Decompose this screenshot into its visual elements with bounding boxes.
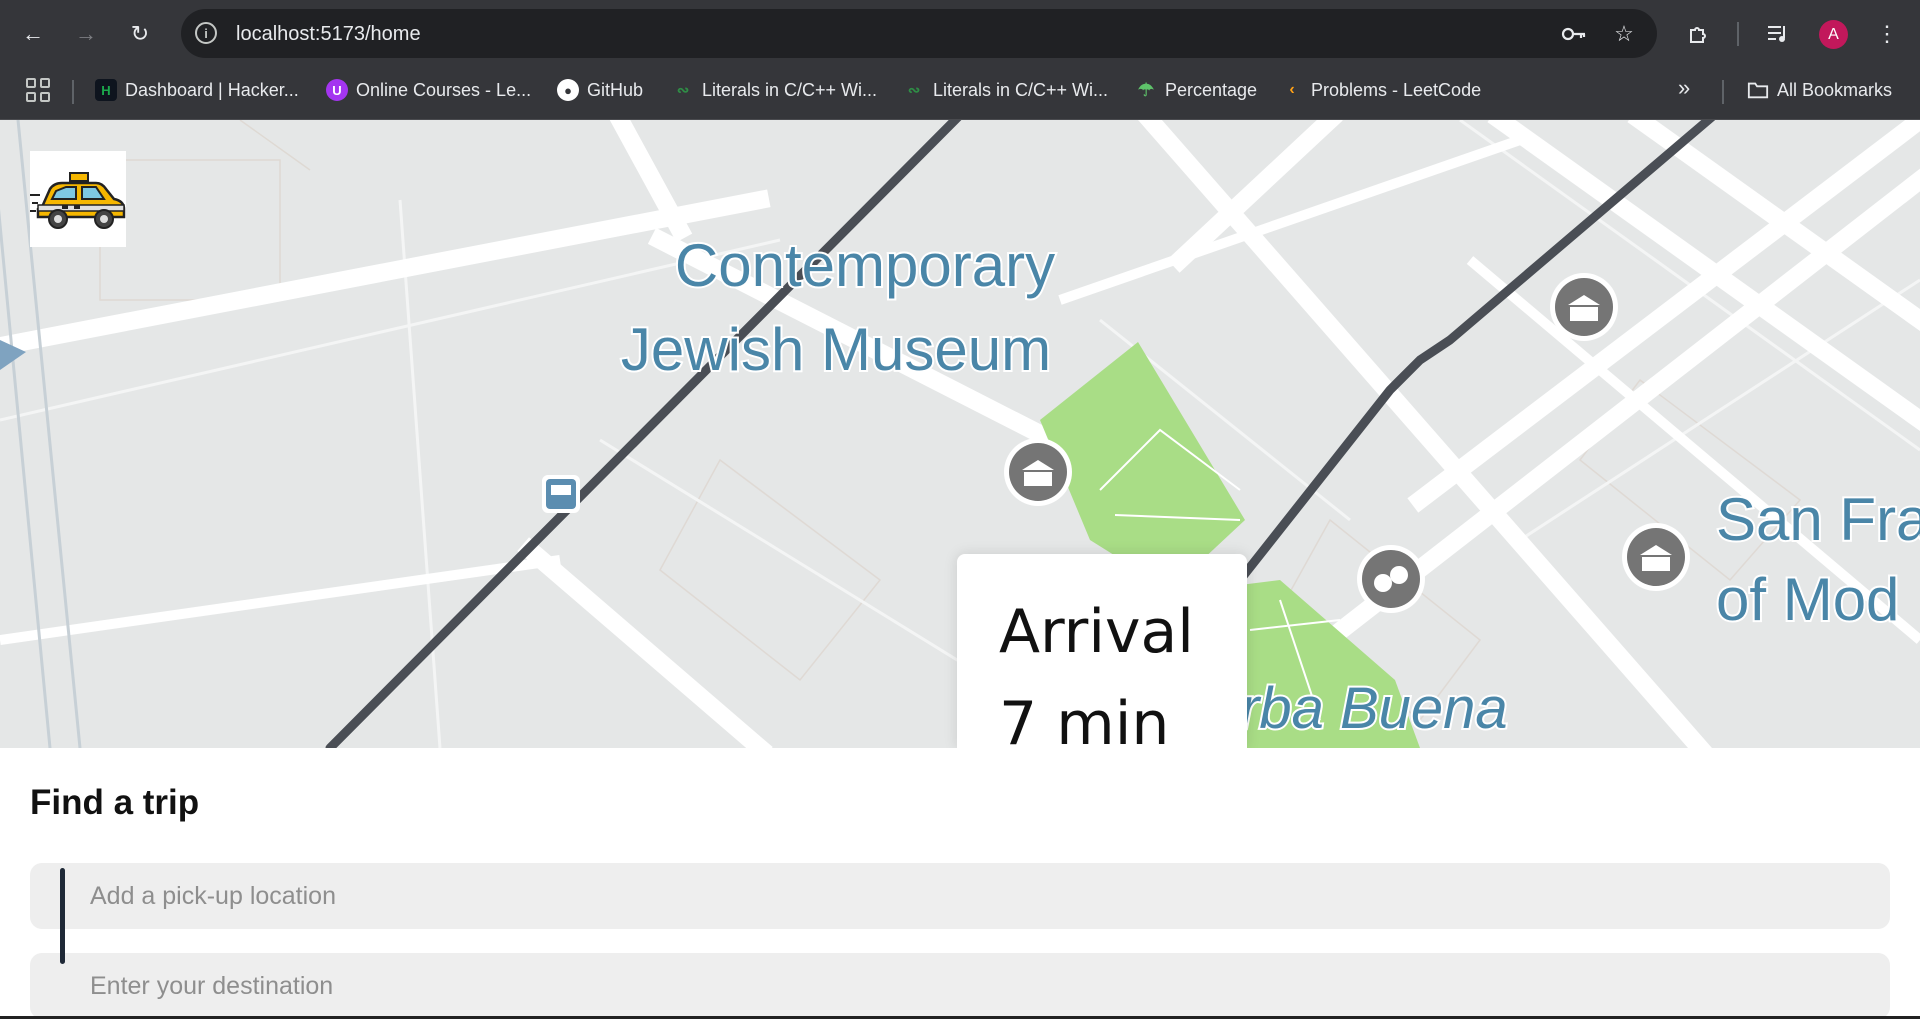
bookmark-hackerrank[interactable]: H Dashboard | Hacker... [95,78,299,102]
bookmark-percentage[interactable]: ☂ Percentage [1135,78,1257,102]
folder-icon [1747,79,1769,101]
profile-avatar[interactable]: A [1819,20,1848,49]
browser-toolbar: ← → ↻ i localhost:5173/home ☆ A ⋮ [0,0,1920,68]
bookmark-github[interactable]: ● GitHub [557,78,643,102]
bookmark-leetcode[interactable]: ‹ Problems - LeetCode [1281,78,1481,102]
media-queue-icon[interactable] [1761,17,1795,51]
more-menu-icon[interactable]: ⋮ [1870,17,1904,51]
theater-poi-icon[interactable] [1357,545,1425,613]
bookmark-label: GitHub [587,79,644,100]
taxi-icon [30,172,126,229]
page-title: Find a trip [30,783,200,822]
bookmark-label: Literals in C/C++ Wi... [702,79,878,100]
transit-poi-icon[interactable] [542,475,580,513]
destination-input[interactable] [90,953,1870,1019]
site-info-icon[interactable]: i [195,22,217,44]
bookmark-label: Online Courses - Le... [356,79,532,100]
url-text[interactable]: localhost:5173/home [236,23,421,46]
hackerrank-icon: H [95,79,117,101]
reload-icon[interactable]: ↻ [123,17,157,51]
all-bookmarks-button[interactable]: All Bookmarks [1747,78,1892,102]
bookmarks-divider [1722,80,1724,104]
apps-grid-icon[interactable] [26,78,50,102]
destination-field[interactable] [30,953,1890,1019]
app-logo[interactable] [30,151,126,247]
pickup-input[interactable] [90,863,1870,929]
bookmarks-divider [72,80,74,104]
udemy-icon: U [326,79,348,101]
geeksforgeeks-icon: ∾ [676,82,690,99]
extensions-icon[interactable] [1682,17,1716,51]
leetcode-icon: ‹ [1289,81,1295,98]
bookmark-udemy[interactable]: U Online Courses - Le... [326,78,531,102]
museum-poi-icon[interactable] [1004,438,1072,506]
bookmark-label: Dashboard | Hacker... [125,79,299,100]
geeksforgeeks-icon: ∾ [907,82,921,99]
route-connector-line [60,868,65,964]
arrival-label: Arrival [999,597,1194,667]
pickup-field[interactable] [30,863,1890,929]
all-bookmarks-label: All Bookmarks [1777,79,1893,100]
bookmark-label: Literals in C/C++ Wi... [933,79,1109,100]
museum-poi-icon[interactable] [1622,523,1690,591]
museum-poi-icon[interactable] [1550,273,1618,341]
star-icon[interactable]: ☆ [1611,21,1637,47]
map-label-sfmoma-line2: of Mod [1716,566,1899,633]
forward-icon[interactable]: → [69,17,103,51]
arrival-eta-card: Arrival 7 min [957,554,1247,748]
password-key-icon[interactable] [1561,21,1587,47]
arrival-time: 7 min [999,689,1170,748]
back-icon[interactable]: ← [16,17,50,51]
map-label-park: rba Buena [1240,676,1508,741]
github-icon: ● [557,79,579,101]
address-bar[interactable]: i localhost:5173/home ☆ [181,9,1657,58]
bookmark-label: Percentage [1165,79,1258,100]
bookmark-gfg-1[interactable]: ∾ Literals in C/C++ Wi... [672,78,877,102]
bookmarks-overflow-chevron-icon[interactable]: » [1678,75,1690,100]
percentage-icon: ☂ [1137,79,1155,100]
toolbar-divider [1737,22,1739,46]
map-label-sfmoma-line1: San Fra [1716,486,1920,553]
map-label-museum-line2: Jewish Museum [621,316,1051,383]
bookmark-gfg-2[interactable]: ∾ Literals in C/C++ Wi... [903,78,1108,102]
map-label-museum-line1: Contemporary [675,232,1055,299]
bookmark-label: Problems - LeetCode [1311,79,1482,100]
